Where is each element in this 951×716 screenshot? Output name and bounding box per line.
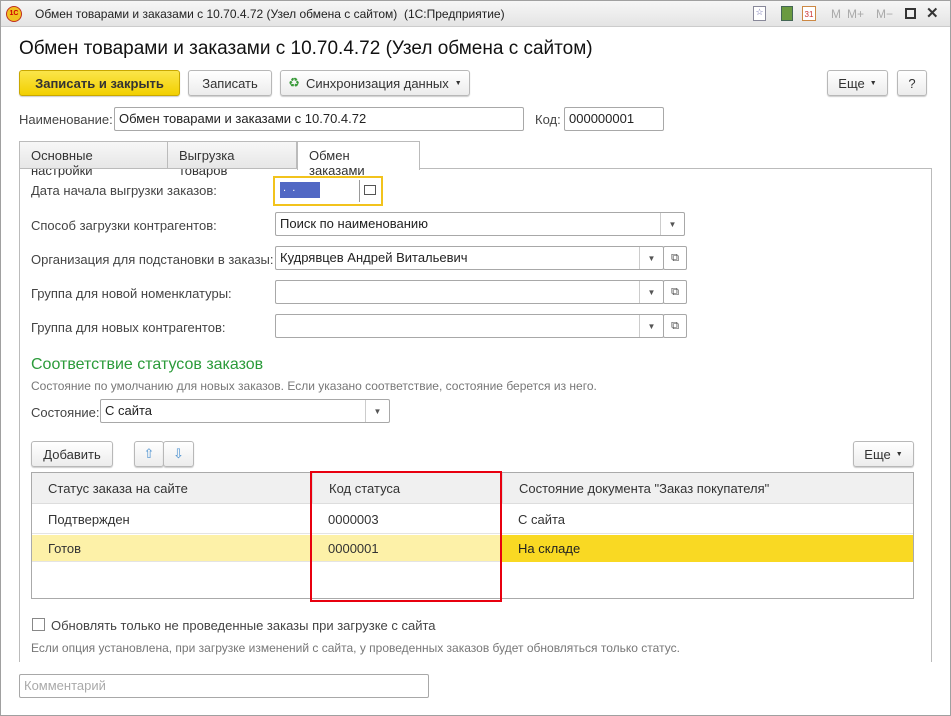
open-icon[interactable]: ⧉ (663, 246, 687, 270)
maximize-icon[interactable] (905, 8, 916, 19)
column-header[interactable]: Состояние документа "Заказ покупателя" (502, 473, 913, 504)
organization-value: Кудрявцев Андрей Витальевич (280, 250, 468, 265)
open-icon[interactable]: ⧉ (663, 280, 687, 304)
date-value: . . (280, 182, 320, 198)
annotation-highlight-box (310, 471, 502, 602)
add-button[interactable]: Добавить (31, 441, 113, 467)
chevron-down-icon[interactable]: ▼ (365, 400, 389, 422)
page-title: Обмен товарами и заказами с 10.70.4.72 (… (19, 38, 593, 59)
update-unposted-note: Если опция установлена, при загрузке изм… (31, 641, 680, 655)
contractor-load-select[interactable]: Поиск по наименованию ▼ (275, 212, 685, 236)
code-field[interactable]: 000000001 (564, 107, 664, 131)
move-up-button[interactable]: ⇧ (134, 441, 164, 467)
state-select[interactable]: С сайта ▼ (100, 399, 390, 423)
arrow-down-icon: ⇩ (173, 446, 184, 461)
date-label: Дата начала выгрузки заказов: (31, 183, 217, 198)
chevron-down-icon: ▼ (895, 450, 903, 458)
chevron-down-icon[interactable]: ▼ (639, 247, 663, 269)
help-button[interactable]: ? (897, 70, 927, 96)
contractor-group-label: Группа для новых контрагентов: (31, 320, 226, 335)
name-label: Наименование: (19, 112, 113, 127)
tab-order-exchange[interactable]: Обмен заказами (297, 141, 420, 178)
organization-label: Организация для подстановки в заказы: (31, 252, 274, 267)
contractor-load-value: Поиск по наименованию (280, 216, 428, 231)
calendar-icon[interactable]: 31 (802, 6, 816, 21)
contractor-group-select[interactable]: ▼ (275, 314, 664, 338)
nomenclature-group-select[interactable]: ▼ (275, 280, 664, 304)
table-cell: Подтвержден (48, 511, 130, 527)
favorite-icon[interactable]: ☆ (753, 6, 766, 21)
tab-goods-export[interactable]: Выгрузка товаров (167, 141, 297, 178)
status-section-title: Соответствие статусов заказов (31, 356, 264, 373)
window-title: Обмен товарами и заказами с 10.70.4.72 (… (35, 7, 505, 21)
sync-icon: ♻ (288, 75, 300, 90)
move-down-button[interactable]: ⇩ (163, 441, 194, 467)
memory-minus-button[interactable]: M− (876, 7, 893, 21)
comment-input[interactable]: Комментарий (19, 674, 429, 698)
more-button[interactable]: Еще ▼ (827, 70, 888, 96)
status-section-hint: Состояние по умолчанию для новых заказов… (31, 379, 597, 393)
chevron-down-icon: ▼ (869, 79, 877, 87)
contractor-load-label: Способ загрузки контрагентов: (31, 218, 217, 233)
close-icon[interactable]: ✕ (926, 4, 939, 22)
divider (359, 180, 360, 202)
title-bar: 1C Обмен товарами и заказами с 10.70.4.7… (1, 1, 950, 27)
table-cell-current: На складе (502, 535, 913, 562)
memory-plus-button[interactable]: M+ (847, 7, 864, 21)
chevron-down-icon[interactable]: ▼ (639, 315, 663, 337)
nomenclature-group-label: Группа для новой номенклатуры: (31, 286, 232, 301)
tab-main-settings[interactable]: Основные настройки (19, 141, 168, 178)
date-field[interactable]: . . (273, 176, 383, 206)
name-field[interactable]: Обмен товарами и заказами с 10.70.4.72 (114, 107, 524, 131)
app-logo-icon: 1C (6, 6, 22, 22)
save-button[interactable]: Записать (188, 70, 272, 96)
more-label: Еще (864, 446, 891, 462)
chevron-down-icon[interactable]: ▼ (639, 281, 663, 303)
chevron-down-icon[interactable]: ▼ (660, 213, 684, 235)
chevron-down-icon: ▼ (454, 79, 462, 87)
state-label: Состояние: (31, 405, 100, 420)
code-label: Код: (535, 112, 561, 127)
window: 1C Обмен товарами и заказами с 10.70.4.7… (0, 0, 951, 716)
calendar-icon[interactable] (364, 185, 376, 195)
table-cell: С сайта (518, 511, 566, 527)
sync-data-button[interactable]: ♻ Синхронизация данных ▼ (280, 70, 470, 96)
column-header[interactable]: Статус заказа на сайте (32, 473, 312, 504)
table-more-button[interactable]: Еще ▼ (853, 441, 914, 467)
state-value: С сайта (105, 403, 153, 418)
comment-placeholder: Комментарий (24, 678, 106, 693)
more-label: Еще (838, 75, 865, 91)
sync-label: Синхронизация данных (305, 75, 449, 91)
update-unposted-checkbox[interactable] (32, 618, 45, 631)
update-unposted-label[interactable]: Обновлять только не проведенные заказы п… (51, 618, 436, 633)
save-and-close-button[interactable]: Записать и закрыть (19, 70, 180, 96)
calculator-icon[interactable] (781, 6, 793, 21)
table-cell: Готов (48, 541, 82, 556)
memory-button[interactable]: M (831, 7, 841, 21)
arrow-up-icon: ⇧ (143, 446, 155, 461)
organization-select[interactable]: Кудрявцев Андрей Витальевич ▼ (275, 246, 664, 270)
open-icon[interactable]: ⧉ (663, 314, 687, 338)
